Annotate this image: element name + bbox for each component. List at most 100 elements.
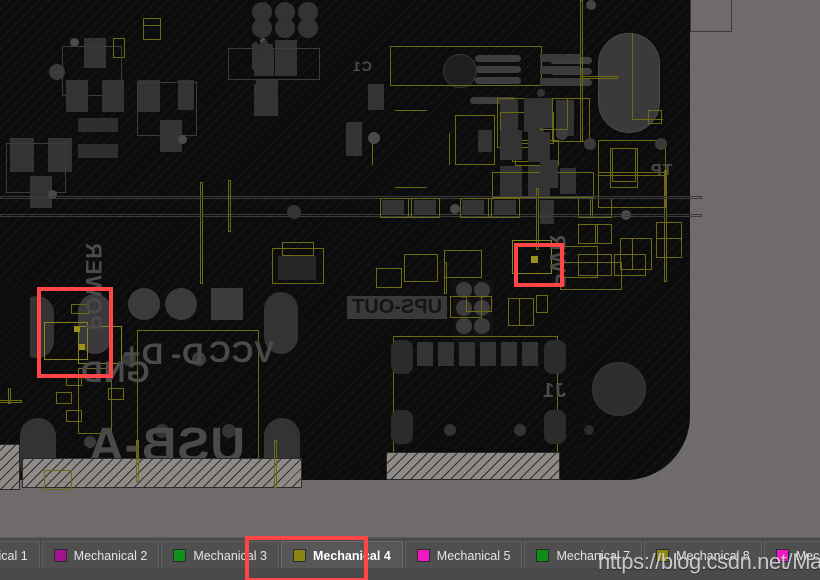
mechanical-outline	[408, 198, 412, 218]
pad-rect	[78, 118, 118, 132]
pad-pin	[459, 342, 475, 366]
via	[584, 138, 596, 150]
layer-color-swatch	[536, 549, 549, 562]
via	[537, 89, 545, 97]
mechanical-outline	[632, 238, 652, 270]
layer-tab-label: Mechanical 7	[556, 549, 630, 563]
pad-rect	[256, 80, 278, 110]
pcb-canvas[interactable]: C1 TP	[0, 0, 820, 537]
mechanical-outline	[282, 242, 314, 256]
mechanical-outline	[444, 250, 482, 278]
layer-color-swatch	[417, 549, 430, 562]
hatch	[0, 282, 30, 388]
pad-round	[298, 18, 318, 38]
via	[444, 424, 456, 436]
pad-rect	[66, 80, 88, 112]
via	[450, 204, 460, 214]
pad-rect	[538, 98, 552, 128]
layer-tab-label: Mechanical 2	[74, 549, 148, 563]
tab-bar-filler	[0, 568, 820, 580]
layer-tab-label: Mechanical 13	[796, 549, 820, 563]
silk-label-vcc: VCC	[208, 336, 274, 370]
mechanical-outline	[44, 470, 72, 490]
pad-rect	[528, 132, 550, 162]
layer-tab-mechanical-7[interactable]: Mechanical 7	[524, 541, 642, 569]
pad-finger	[540, 78, 580, 86]
mechanical-outline	[656, 238, 682, 258]
pad-rect	[278, 256, 316, 280]
pad-pin	[522, 342, 538, 366]
component-outline	[228, 48, 320, 80]
pad-rect	[540, 160, 558, 188]
pad-pin	[501, 342, 517, 366]
pad-rect	[478, 130, 492, 152]
pad-mount	[544, 410, 566, 444]
mechanical-pin	[66, 410, 82, 422]
selection-rect-active-tab[interactable]	[245, 536, 368, 580]
pad-rect	[102, 80, 124, 112]
panel-corner-stub	[690, 0, 732, 32]
layer-tab-mechanical-13[interactable]: Mechanical 13	[764, 541, 820, 569]
mechanical-outline	[0, 400, 22, 403]
layer-tab-mechanical-8[interactable]: Mechanical 8	[644, 541, 762, 569]
mechanical-outline	[404, 254, 438, 282]
pad-round	[128, 288, 160, 320]
mechanical-outline	[610, 148, 638, 188]
pad-rect	[500, 130, 522, 160]
mechanical-outline	[466, 296, 492, 312]
via	[655, 138, 667, 150]
selection-rect-left[interactable]	[37, 287, 113, 378]
mechanical-octagon	[372, 110, 450, 188]
silk-label-tp: TP	[650, 162, 672, 180]
pad-rect	[78, 144, 118, 158]
mechanical-outline	[274, 440, 277, 488]
mechanical-outline	[648, 110, 662, 124]
layer-tab-mechanical-2[interactable]: Mechanical 2	[42, 541, 160, 569]
via	[584, 425, 594, 435]
pad-mount	[391, 410, 413, 444]
mechanical-pin	[56, 392, 72, 404]
selection-rect-right[interactable]	[514, 243, 564, 287]
layer-color-swatch	[776, 549, 789, 562]
pad-pin	[480, 342, 496, 366]
pad-mount	[544, 340, 566, 374]
silk-label-ups-out: UPS-OUT	[347, 296, 447, 319]
pad-rect	[211, 288, 243, 320]
silk-label-j1: J1	[542, 380, 566, 403]
layer-color-swatch	[656, 549, 669, 562]
mechanical-outline	[143, 25, 161, 40]
layer-tab-mechanical-1[interactable]: Mechanical 1	[0, 541, 40, 569]
pad-pin	[417, 342, 433, 366]
via	[368, 132, 380, 144]
layer-color-swatch	[173, 549, 186, 562]
mechanical-outline	[390, 46, 542, 86]
via	[287, 205, 301, 219]
layer-tab-label: Mechanical 1	[0, 549, 28, 563]
mechanical-outline	[632, 33, 663, 120]
pad-pin	[438, 342, 454, 366]
pad-mount	[391, 340, 413, 374]
mechanical-outline	[664, 170, 667, 282]
mechanical-outline	[376, 268, 402, 288]
layer-tab-list[interactable]: Mechanical 1Mechanical 2Mechanical 3Mech…	[0, 541, 820, 569]
mechanical-outline	[580, 0, 583, 142]
mechanical-outline	[595, 224, 598, 244]
layer-tab-mechanical-5[interactable]: Mechanical 5	[405, 541, 523, 569]
layer-tab-label: Mechanical 8	[676, 549, 750, 563]
via	[586, 0, 596, 10]
pcb-editor-window: C1 TP	[0, 0, 820, 580]
mechanical-outline	[228, 180, 231, 232]
via	[260, 44, 265, 49]
connector-footprint-hatch	[386, 452, 560, 480]
pad-round	[456, 318, 472, 334]
pad-rect	[346, 122, 362, 156]
connector-footprint-hatch	[0, 444, 20, 490]
pad-round-large	[592, 362, 646, 416]
mechanical-outline	[444, 262, 447, 294]
mechanical-outline	[536, 295, 548, 313]
pad-finger	[540, 66, 580, 74]
pad-round	[252, 18, 272, 38]
board-guide-line	[0, 196, 702, 199]
silk-label-dminus: D-	[170, 338, 204, 372]
board-guide-line	[0, 214, 702, 217]
